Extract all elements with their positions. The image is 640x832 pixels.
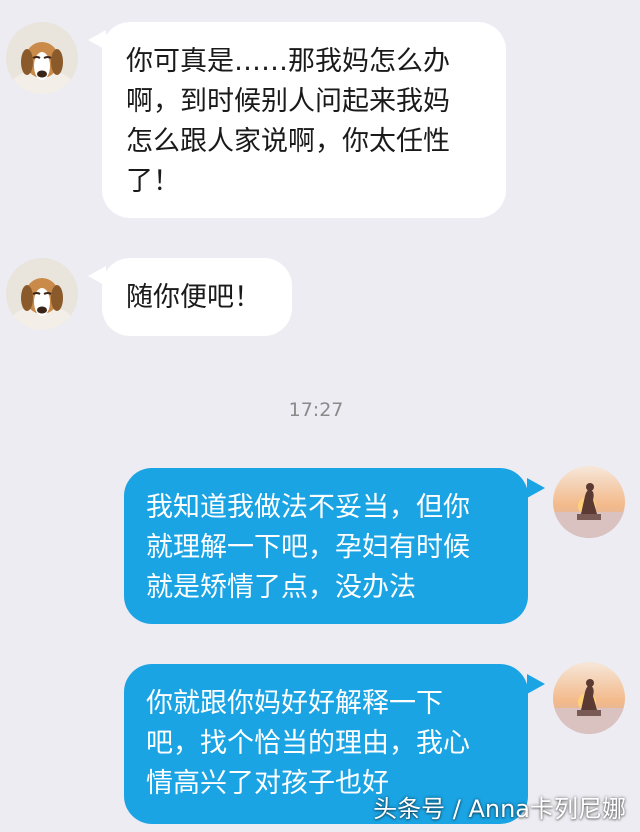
message-text-line: 啊，到时候别人问起来我妈	[126, 86, 450, 117]
message-bubble[interactable]: 随你便吧！	[102, 258, 292, 336]
bubble-tail	[527, 478, 545, 498]
bubble-tail	[527, 674, 545, 694]
message-text-line: 你可真是……那我妈怎么办	[126, 46, 450, 77]
message-text-line: 我知道我做法不妥当，但你	[146, 492, 470, 523]
watermark: 头条号 / Anna卡列尼娜	[373, 795, 626, 823]
dog-avatar-icon[interactable]	[6, 258, 78, 330]
message-text-line: 你就跟你妈好好解释一下	[146, 688, 443, 719]
message-text-line: 了！	[126, 166, 180, 197]
message-bubble[interactable]: 你可真是……那我妈怎么办 啊，到时候别人问起来我妈 怎么跟人家说啊，你太任性 了…	[102, 22, 506, 218]
sunset-avatar-icon[interactable]	[553, 466, 625, 538]
message-timestamp: 17:27	[288, 399, 344, 421]
sunset-avatar-icon[interactable]	[553, 662, 625, 734]
message-bubble[interactable]: 我知道我做法不妥当，但你 就理解一下吧，孕妇有时候 就是矫情了点，没办法	[124, 468, 528, 624]
message-text-line: 就理解一下吧，孕妇有时候	[146, 532, 470, 563]
message-text-line: 就是矫情了点，没办法	[146, 572, 416, 603]
message-text-line: 怎么跟人家说啊，你太任性	[126, 126, 450, 157]
dog-avatar-icon[interactable]	[6, 22, 78, 94]
message-text-line: 吧，找个恰当的理由，我心	[146, 728, 470, 759]
message-text-line: 随你便吧！	[126, 282, 261, 313]
